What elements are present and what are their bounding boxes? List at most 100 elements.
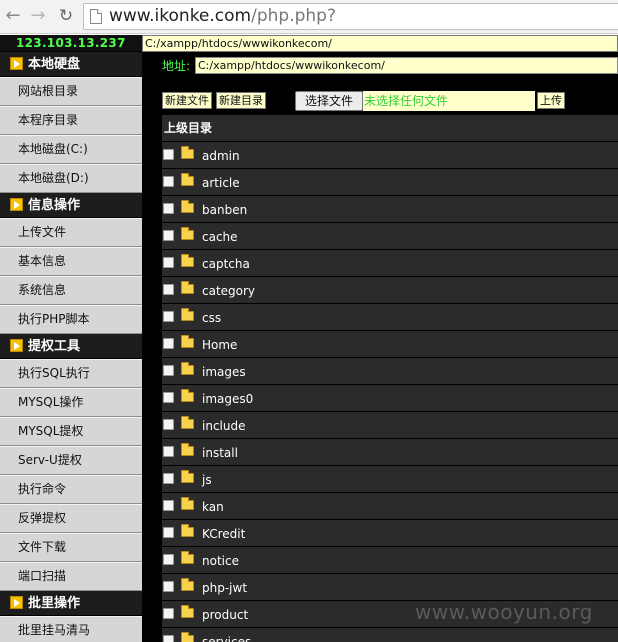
checkbox[interactable] <box>163 581 174 592</box>
folder-icon <box>181 362 194 375</box>
folder-name[interactable]: php-jwt <box>202 574 247 603</box>
reload-icon[interactable]: ↻ <box>55 5 77 27</box>
folder-name[interactable]: install <box>202 439 238 468</box>
new-dir-button[interactable]: 新建目录 <box>216 92 266 109</box>
folder-row[interactable]: images0 <box>162 385 618 412</box>
folder-name[interactable]: Home <box>202 331 237 360</box>
sidebar-item-exec-sql[interactable]: 执行SQL执行 <box>0 359 142 388</box>
page-icon <box>90 9 102 24</box>
upload-button[interactable]: 上传 <box>537 92 565 109</box>
folder-name[interactable]: captcha <box>202 250 250 279</box>
file-listing: 上级目录 admin article banben cache captcha categ… <box>162 115 618 642</box>
folder-name[interactable]: images0 <box>202 385 253 414</box>
folder-icon <box>181 389 194 402</box>
folder-row[interactable]: captcha <box>162 250 618 277</box>
folder-name[interactable]: cache <box>202 223 238 252</box>
checkbox[interactable] <box>163 311 174 322</box>
checkbox[interactable] <box>163 176 174 187</box>
section-info-ops: 信息操作 <box>0 193 142 218</box>
folder-name[interactable]: images <box>202 358 246 387</box>
folder-row[interactable]: article <box>162 169 618 196</box>
sidebar-item-batch-trojan[interactable]: 批里挂马清马 <box>0 616 142 642</box>
new-file-button[interactable]: 新建文件 <box>162 92 212 109</box>
folder-row[interactable]: admin <box>162 142 618 169</box>
checkbox[interactable] <box>163 203 174 214</box>
watermark: www.wooyun.org <box>415 600 593 624</box>
folder-row[interactable]: notice <box>162 547 618 574</box>
checkbox[interactable] <box>163 392 174 403</box>
folder-row[interactable]: install <box>162 439 618 466</box>
folder-row[interactable]: cache <box>162 223 618 250</box>
folder-name[interactable]: services <box>202 628 251 642</box>
folder-row[interactable]: include <box>162 412 618 439</box>
checkbox[interactable] <box>163 500 174 511</box>
back-arrow-icon[interactable]: ← <box>2 5 24 27</box>
folder-name[interactable]: category <box>202 277 255 306</box>
checkbox[interactable] <box>163 554 174 565</box>
url-text[interactable]: www.ikonke.com/php.php? <box>109 6 336 27</box>
sidebar-item-file-download[interactable]: 文件下载 <box>0 533 142 562</box>
folder-row[interactable]: services <box>162 628 618 642</box>
checkbox[interactable] <box>163 230 174 241</box>
folder-name[interactable]: kan <box>202 493 224 522</box>
checkbox[interactable] <box>163 419 174 430</box>
sidebar-item-web-root[interactable]: 网站根目录 <box>0 77 142 106</box>
sidebar-item-exec-php[interactable]: 执行PHP脚本 <box>0 305 142 334</box>
address-input[interactable] <box>195 57 618 74</box>
sidebar-item-disk-d[interactable]: 本地磁盘(D:) <box>0 164 142 193</box>
sidebar-item-mysql-priv[interactable]: MYSQL提权 <box>0 417 142 446</box>
folder-name[interactable]: product <box>202 601 248 630</box>
folder-row[interactable]: images <box>162 358 618 385</box>
checkbox[interactable] <box>163 257 174 268</box>
folder-name[interactable]: KCredit <box>202 520 245 549</box>
sidebar-item-port-scan[interactable]: 端口扫描 <box>0 562 142 591</box>
folder-icon <box>181 470 194 483</box>
parent-dir-link[interactable]: 上级目录 <box>162 115 618 142</box>
folder-icon <box>181 443 194 456</box>
sidebar-item-mysql-ops[interactable]: MYSQL操作 <box>0 388 142 417</box>
folder-row[interactable]: kan <box>162 493 618 520</box>
main-panel: 地址: 新建文件 新建目录 选择文件 未选择任何文件 上传 上级目录 admin… <box>142 52 618 642</box>
forward-arrow-icon[interactable]: → <box>27 5 49 27</box>
sidebar-item-basic-info[interactable]: 基本信息 <box>0 247 142 276</box>
arrow-right-icon <box>10 596 23 609</box>
folder-name[interactable]: include <box>202 412 245 441</box>
folder-row[interactable]: js <box>162 466 618 493</box>
checkbox[interactable] <box>163 365 174 376</box>
folder-icon <box>181 632 194 642</box>
url-path: /php.php? <box>251 6 336 26</box>
choose-file-button[interactable]: 选择文件 <box>295 91 363 111</box>
checkbox[interactable] <box>163 527 174 538</box>
folder-row[interactable]: php-jwt <box>162 574 618 601</box>
folder-icon <box>181 146 194 159</box>
folder-row[interactable]: css <box>162 304 618 331</box>
sidebar-item-exec-command[interactable]: 执行命令 <box>0 475 142 504</box>
arrow-right-icon <box>10 198 23 211</box>
checkbox[interactable] <box>163 473 174 484</box>
sidebar-item-servu-priv[interactable]: Serv-U提权 <box>0 446 142 475</box>
folder-name[interactable]: admin <box>202 142 240 171</box>
address-bar[interactable]: www.ikonke.com/php.php? <box>83 3 618 30</box>
folder-name[interactable]: banben <box>202 196 247 225</box>
folder-row[interactable]: Home <box>162 331 618 358</box>
checkbox[interactable] <box>163 446 174 457</box>
sidebar-item-disk-c[interactable]: 本地磁盘(C:) <box>0 135 142 164</box>
checkbox[interactable] <box>163 284 174 295</box>
folder-row[interactable]: banben <box>162 196 618 223</box>
sidebar-item-reverse-shell[interactable]: 反弹提权 <box>0 504 142 533</box>
folder-name[interactable]: notice <box>202 547 239 576</box>
sidebar-item-upload-file[interactable]: 上传文件 <box>0 218 142 247</box>
folder-row[interactable]: KCredit <box>162 520 618 547</box>
folder-name[interactable]: article <box>202 169 240 198</box>
folder-name[interactable]: js <box>202 466 212 495</box>
sidebar-item-system-info[interactable]: 系统信息 <box>0 276 142 305</box>
checkbox[interactable] <box>163 149 174 160</box>
checkbox[interactable] <box>163 608 174 619</box>
folder-icon <box>181 200 194 213</box>
folder-icon <box>181 416 194 429</box>
checkbox[interactable] <box>163 338 174 349</box>
folder-row[interactable]: category <box>162 277 618 304</box>
checkbox[interactable] <box>163 635 174 642</box>
sidebar-item-program-dir[interactable]: 本程序目录 <box>0 106 142 135</box>
folder-name[interactable]: css <box>202 304 221 333</box>
